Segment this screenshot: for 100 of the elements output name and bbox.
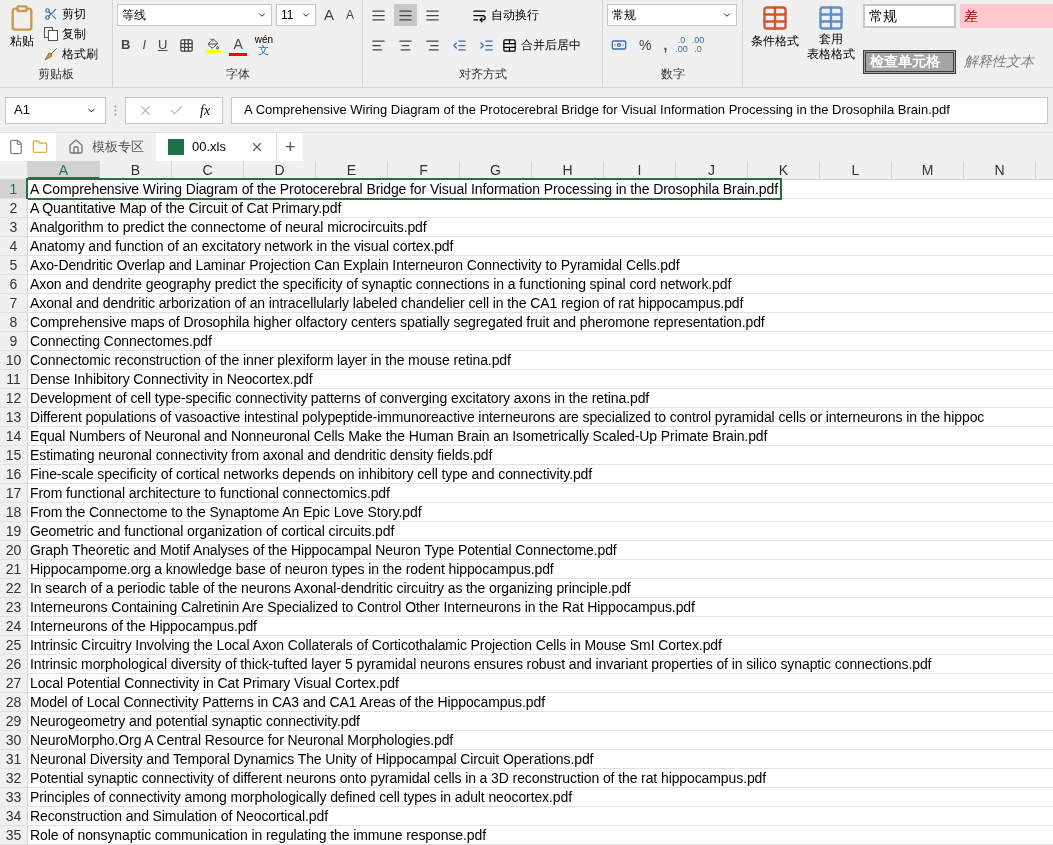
font-color-button[interactable]: A: [229, 34, 247, 56]
row-header[interactable]: 16: [0, 465, 28, 483]
column-header[interactable]: D: [244, 161, 316, 179]
decrease-decimal-button[interactable]: .00 .0: [691, 36, 705, 54]
italic-button[interactable]: I: [138, 34, 150, 56]
align-middle-button[interactable]: [394, 4, 417, 26]
font-size-field[interactable]: 11: [275, 4, 316, 26]
column-header[interactable]: E: [316, 161, 388, 179]
row-header[interactable]: 17: [0, 484, 28, 502]
row-header[interactable]: 21: [0, 560, 28, 578]
row-header[interactable]: 8: [0, 313, 28, 331]
table-cell-text: Neurogeometry and potential synaptic connectivity.pdf: [29, 712, 361, 730]
row-header[interactable]: 27: [0, 674, 28, 692]
row-header[interactable]: 22: [0, 579, 28, 597]
merge-center-button[interactable]: 合并后居中: [502, 36, 581, 54]
number-format-field[interactable]: 常规: [607, 4, 737, 26]
row-header[interactable]: 35: [0, 826, 28, 844]
row-header[interactable]: 13: [0, 408, 28, 426]
row-header[interactable]: 7: [0, 294, 28, 312]
row-header[interactable]: 24: [0, 617, 28, 635]
column-header[interactable]: A: [28, 161, 100, 179]
column-header[interactable]: J: [676, 161, 748, 179]
column-header[interactable]: M: [892, 161, 964, 179]
document-tab[interactable]: 00.xls: [156, 133, 276, 161]
cut-button[interactable]: 剪切: [44, 4, 98, 24]
row-header[interactable]: 34: [0, 807, 28, 825]
row-header[interactable]: 2: [0, 199, 28, 217]
row-header[interactable]: 11: [0, 370, 28, 388]
table-cell-text: Reconstruction and Simulation of Neocortical.pdf: [29, 807, 330, 825]
row-header[interactable]: 28: [0, 693, 28, 711]
brush-icon: [44, 47, 58, 61]
copy-icon: [44, 27, 58, 41]
column-header[interactable]: K: [748, 161, 820, 179]
table-cell-text: A Quantitative Map of the Circuit of Cat Primary.pdf: [29, 199, 343, 217]
column-header[interactable]: B: [100, 161, 172, 179]
row-header[interactable]: 23: [0, 598, 28, 616]
row-header[interactable]: 3: [0, 218, 28, 236]
row-header[interactable]: 29: [0, 712, 28, 730]
increase-decimal-button[interactable]: .0 .00: [675, 36, 688, 54]
new-file-icon[interactable]: [8, 139, 24, 155]
copy-button[interactable]: 复制: [44, 24, 98, 44]
caret-icon: [300, 10, 311, 20]
row-header[interactable]: 5: [0, 256, 28, 274]
phonetic-button[interactable]: wén 文: [250, 34, 278, 56]
column-header[interactable]: C: [172, 161, 244, 179]
grow-font-button[interactable]: A: [319, 4, 338, 26]
table-cell: A Comprehensive Wiring Diagram of the Protocerebral Bridge for Visual Information Processing in the Drosophila Brain.pdf: [28, 180, 780, 198]
row-header[interactable]: 32: [0, 769, 28, 787]
row-header[interactable]: 12: [0, 389, 28, 407]
row-header[interactable]: 31: [0, 750, 28, 768]
percent-button[interactable]: %: [635, 34, 656, 56]
column-header[interactable]: H: [532, 161, 604, 179]
row-header[interactable]: 9: [0, 332, 28, 350]
column-header[interactable]: L: [820, 161, 892, 179]
cell-style-swatch[interactable]: 差: [960, 4, 1053, 28]
row-header[interactable]: 14: [0, 427, 28, 445]
row-header[interactable]: 10: [0, 351, 28, 369]
format-painter-button[interactable]: 格式刷: [44, 44, 98, 64]
column-header[interactable]: G: [460, 161, 532, 179]
table-format-button[interactable]: 套用 表格格式: [807, 4, 855, 62]
row-header[interactable]: 19: [0, 522, 28, 540]
table-cell-text: Estimating neuronal connectivity from axonal and dendritic density fields.pdf: [29, 446, 494, 464]
paste-button[interactable]: 粘贴: [4, 4, 40, 64]
row-header[interactable]: 18: [0, 503, 28, 521]
conditional-format-button[interactable]: 条件格式: [751, 4, 799, 50]
column-header[interactable]: I: [604, 161, 676, 179]
table-cell-text: Neuronal Diversity and Temporal Dynamics The Unity of Hippocampal Circuit Operations.pdf: [29, 750, 595, 768]
row-header[interactable]: 25: [0, 636, 28, 654]
cell-style-swatch[interactable]: 常规: [863, 4, 956, 28]
indent-icon: [452, 37, 467, 53]
wrap-text-button[interactable]: 自动换行: [472, 6, 539, 24]
table-cell-text: From functional architecture to functional connectomics.pdf: [29, 484, 391, 502]
group-label: 对齐方式: [458, 67, 507, 81]
shrink-font-button[interactable]: A: [342, 4, 358, 26]
table-cell-text: Model of Local Connectivity Patterns in CA3 and CA1 Areas of the Hippocampus.pdf: [29, 693, 547, 711]
underline-button[interactable]: U: [154, 34, 172, 56]
font-name-field[interactable]: 等线: [117, 4, 272, 26]
insert-function-button[interactable]: fx: [200, 99, 211, 121]
align-center-icon: [398, 37, 413, 53]
table-cell-text: Connectomic reconstruction of the inner plexiform layer in the mouse retina.pdf: [29, 351, 512, 369]
bold-button[interactable]: B: [117, 34, 135, 56]
column-header[interactable]: F: [388, 161, 460, 179]
formula-field[interactable]: A Comprehensive Wiring Diagram of the Protocerebral Bridge for Visual Information Processing in the Drosophila Brain.pdf: [231, 96, 1048, 124]
row-header[interactable]: 20: [0, 541, 28, 559]
comma-button[interactable]: ,: [659, 34, 672, 56]
column-header[interactable]: N: [964, 161, 1036, 179]
table-cell-text: Analgorithm to predict the connectome of neural microcircuits.pdf: [29, 218, 428, 236]
row-header[interactable]: 15: [0, 446, 28, 464]
row-header[interactable]: 33: [0, 788, 28, 806]
row-header[interactable]: 1: [0, 180, 28, 198]
row-header[interactable]: 6: [0, 275, 28, 293]
table-cell-text: Development of cell type-specific connectivity patterns of converging excitatory axons in the retina.pdf: [29, 389, 651, 407]
name-box[interactable]: A1: [5, 96, 106, 124]
row-header[interactable]: 26: [0, 655, 28, 673]
row-header[interactable]: 4: [0, 237, 28, 255]
row-header[interactable]: 30: [0, 731, 28, 749]
lines-icon: [371, 7, 386, 23]
table-cell-text: Geometric and functional organization of cortical circuits.pdf: [29, 522, 396, 540]
table-cell-text: Hippocampome.org a knowledge base of neuron types in the rodent hippocampus.pdf: [29, 560, 555, 578]
new-tab-button[interactable]: +: [275, 133, 304, 161]
